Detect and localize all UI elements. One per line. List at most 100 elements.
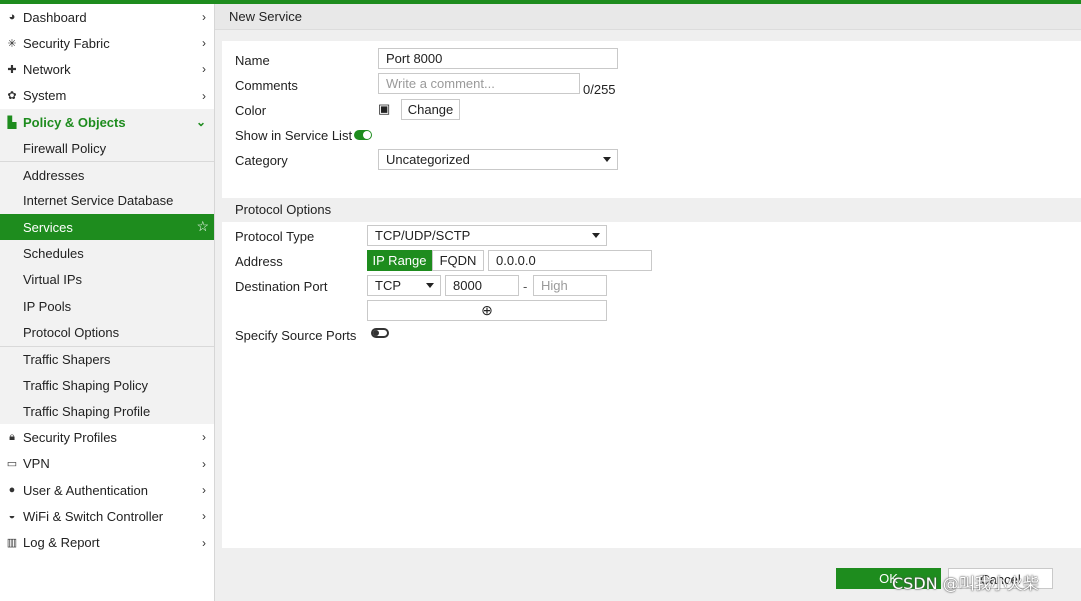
sidebar-item-label: System — [23, 88, 67, 104]
caret-down-icon — [603, 157, 611, 162]
address-label: Address — [235, 254, 283, 269]
policy-icon: ▙ — [7, 116, 17, 129]
sidebar-item-security-profiles[interactable]: 🔒︎ Security Profiles › — [0, 424, 214, 450]
sidebar-subitem-protocol-options[interactable]: Protocol Options — [0, 319, 214, 346]
sidebar: ◕ Dashboard › ✳ Security Fabric › ✚ Netw… — [0, 4, 215, 601]
sidebar-subitem-label: Services — [23, 219, 73, 235]
sidebar-subitem-label: Virtual IPs — [23, 272, 83, 288]
category-select-value: Uncategorized — [386, 152, 470, 167]
sidebar-subitem-firewall-policy[interactable]: Firewall Policy — [0, 135, 214, 162]
destination-port-high-input[interactable]: High — [533, 275, 607, 296]
comments-textarea[interactable]: Write a comment... — [378, 73, 580, 94]
sidebar-item-label: WiFi & Switch Controller — [23, 508, 164, 524]
ip-range-button[interactable]: IP Range — [367, 250, 432, 271]
chevron-right-icon: › — [202, 10, 206, 24]
comments-counter: 0/255 — [583, 82, 616, 97]
fqdn-button[interactable]: FQDN — [432, 250, 484, 271]
color-swatch-icon: ▣ — [378, 101, 391, 116]
destination-port-low-input[interactable]: 8000 — [445, 275, 519, 296]
comments-label: Comments — [235, 78, 298, 93]
sidebar-item-network[interactable]: ✚ Network › — [0, 56, 214, 82]
sidebar-subitem-label: Traffic Shaping Profile — [23, 403, 151, 419]
star-icon[interactable]: ☆ — [196, 218, 209, 235]
caret-down-icon — [592, 233, 600, 238]
gear-icon: ✿ — [7, 90, 17, 103]
sidebar-subitem-traffic-shapers[interactable]: Traffic Shapers — [0, 345, 214, 372]
port-range-dash: - — [523, 279, 528, 294]
sidebar-item-wifi-switch[interactable]: ◒ WiFi & Switch Controller › — [0, 503, 214, 529]
address-input[interactable]: 0.0.0.0 — [488, 250, 652, 271]
sidebar-item-label: Dashboard — [23, 9, 87, 25]
sidebar-subitem-label: Protocol Options — [23, 324, 120, 340]
show-in-list-toggle[interactable] — [354, 130, 372, 140]
sidebar-item-dashboard[interactable]: ◕ Dashboard › — [0, 4, 214, 30]
chevron-right-icon: › — [202, 483, 206, 498]
sidebar-item-label: User & Authentication — [23, 482, 149, 498]
protocol-type-select[interactable]: TCP/UDP/SCTP — [367, 225, 607, 246]
service-form-panel: Name Port 8000 Comments Write a comment.… — [222, 41, 1081, 548]
color-change-button[interactable]: Change — [401, 99, 460, 120]
color-label: Color — [235, 103, 267, 118]
name-input[interactable]: Port 8000 — [378, 48, 618, 69]
sidebar-subitem-label: Traffic Shaping Policy — [23, 377, 149, 393]
lock-icon: 🔒︎ — [9, 431, 15, 444]
name-label: Name — [235, 53, 270, 68]
chart-icon: ▥ — [6, 537, 18, 550]
sidebar-subitem-schedules[interactable]: Schedules — [0, 240, 214, 267]
main-content: New Service Name Port 8000 Comments Writ… — [215, 4, 1081, 601]
category-label: Category — [235, 153, 288, 168]
sidebar-item-label: Security Profiles — [23, 430, 117, 446]
sidebar-subitem-services[interactable]: Services ☆ — [0, 214, 214, 241]
destination-port-label: Destination Port — [235, 279, 328, 294]
sidebar-subitem-label: IP Pools — [23, 298, 72, 314]
source-ports-label: Specify Source Ports — [235, 328, 357, 343]
sidebar-item-log-report[interactable]: ▥ Log & Report › — [0, 530, 214, 556]
destination-protocol-value: TCP — [375, 278, 401, 293]
destination-protocol-select[interactable]: TCP — [367, 275, 441, 296]
wifi-icon: ◒ — [8, 510, 16, 523]
sidebar-subitem-label: Addresses — [23, 167, 85, 183]
sidebar-subitem-label: Firewall Policy — [23, 140, 107, 156]
chevron-right-icon: › — [202, 430, 206, 445]
sidebar-item-label: Log & Report — [23, 535, 100, 551]
chevron-right-icon: › — [202, 88, 206, 103]
sidebar-subitem-label: Traffic Shapers — [23, 351, 111, 367]
sidebar-item-security-fabric[interactable]: ✳ Security Fabric › — [0, 30, 214, 56]
category-select[interactable]: Uncategorized — [378, 149, 618, 170]
protocol-options-header: Protocol Options — [222, 198, 1081, 222]
fabric-icon: ✳ — [7, 37, 17, 50]
protocol-type-value: TCP/UDP/SCTP — [375, 228, 471, 243]
chevron-right-icon: › — [202, 509, 206, 524]
watermark: CSDN @叫我小火柴 — [892, 574, 1039, 593]
plus-circle-icon: ⊕ — [481, 302, 493, 318]
sidebar-item-label: Network — [23, 61, 71, 77]
show-in-list-label: Show in Service List — [235, 128, 353, 143]
protocol-type-label: Protocol Type — [235, 229, 315, 244]
laptop-icon: ▭ — [6, 458, 18, 471]
chevron-right-icon: › — [202, 36, 206, 50]
sidebar-item-user-authentication[interactable]: ● User & Authentication › — [0, 477, 214, 503]
sidebar-item-label: VPN — [23, 456, 50, 472]
add-port-button[interactable]: ⊕ — [367, 300, 607, 321]
sidebar-item-policy-objects[interactable]: ▙ Policy & Objects ⌄ — [0, 108, 214, 136]
chevron-right-icon: › — [202, 535, 206, 550]
chevron-right-icon: › — [202, 62, 206, 77]
page-title: New Service — [215, 4, 1081, 30]
sidebar-subitem-label: Internet Service Database — [23, 193, 174, 209]
caret-down-icon — [426, 283, 434, 288]
user-icon: ● — [8, 484, 16, 497]
network-icon: ✚ — [7, 63, 17, 76]
sidebar-subitem-internet-service-database[interactable]: Internet Service Database — [0, 187, 214, 215]
sidebar-subitem-label: Schedules — [23, 246, 84, 262]
sidebar-subitem-ip-pools[interactable]: IP Pools — [0, 292, 214, 320]
sidebar-subitem-traffic-shaping-policy[interactable]: Traffic Shaping Policy — [0, 371, 214, 399]
sidebar-item-label: Policy & Objects — [23, 114, 126, 130]
source-ports-toggle[interactable] — [371, 328, 389, 338]
sidebar-item-vpn[interactable]: ▭ VPN › — [0, 451, 214, 477]
chevron-down-icon: ⌄ — [195, 114, 206, 129]
sidebar-subitem-addresses[interactable]: Addresses — [0, 161, 214, 188]
sidebar-subitem-virtual-ips[interactable]: Virtual IPs — [0, 266, 214, 293]
sidebar-item-system[interactable]: ✿ System › — [0, 83, 214, 109]
sidebar-item-label: Security Fabric — [23, 35, 110, 51]
sidebar-subitem-traffic-shaping-profile[interactable]: Traffic Shaping Profile — [0, 398, 214, 425]
